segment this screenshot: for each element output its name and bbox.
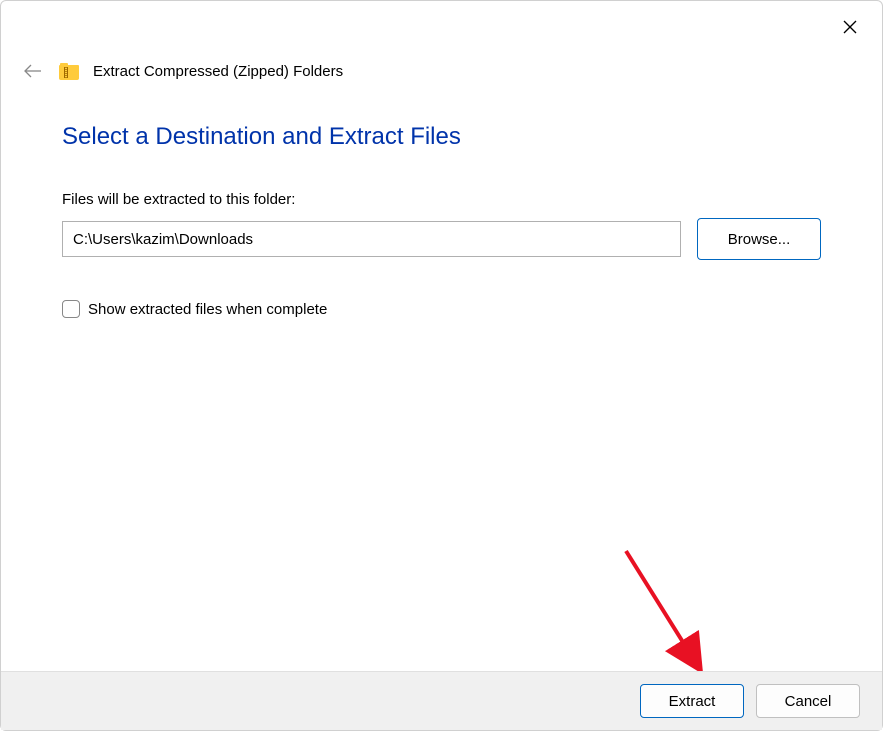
- arrow-left-icon: [23, 61, 43, 81]
- show-files-checkbox[interactable]: [62, 300, 80, 318]
- destination-path-input[interactable]: [62, 221, 681, 257]
- page-heading: Select a Destination and Extract Files: [62, 123, 821, 151]
- wizard-header: Extract Compressed (Zipped) Folders: [21, 59, 343, 83]
- destination-row: Browse...: [62, 218, 821, 260]
- zip-folder-icon: [59, 63, 79, 80]
- show-files-option: Show extracted files when complete: [62, 300, 821, 318]
- extract-button[interactable]: Extract: [640, 684, 744, 718]
- cancel-button[interactable]: Cancel: [756, 684, 860, 718]
- back-button[interactable]: [21, 59, 45, 83]
- browse-button[interactable]: Browse...: [697, 218, 821, 260]
- wizard-title: Extract Compressed (Zipped) Folders: [93, 63, 343, 80]
- show-files-label: Show extracted files when complete: [88, 301, 327, 318]
- close-button[interactable]: [838, 15, 862, 39]
- content-area: Select a Destination and Extract Files F…: [62, 123, 821, 318]
- close-icon: [842, 19, 858, 35]
- destination-label: Files will be extracted to this folder:: [62, 191, 821, 208]
- dialog-footer: Extract Cancel: [1, 671, 882, 730]
